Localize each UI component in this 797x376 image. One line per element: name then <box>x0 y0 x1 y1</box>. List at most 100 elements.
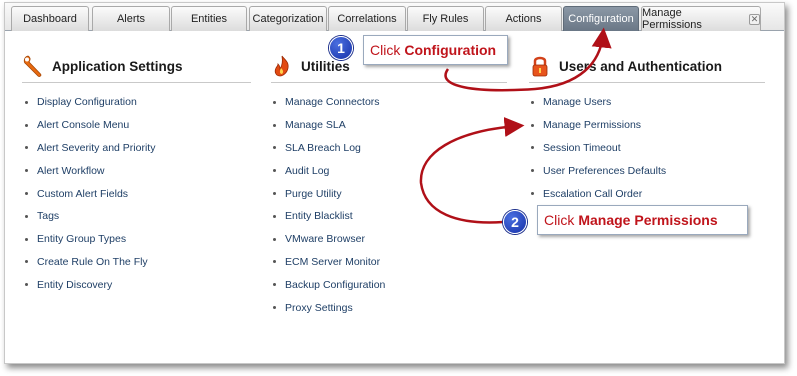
bullet <box>531 100 534 104</box>
bullet <box>25 169 28 173</box>
link-label: Audit Log <box>285 164 330 177</box>
bullet <box>25 283 28 287</box>
step-1-callout: Click Configuration <box>363 35 508 65</box>
tab-label: Actions <box>505 13 542 25</box>
list-item[interactable]: Alert Workflow <box>25 159 250 182</box>
link-label: Manage Permissions <box>543 119 642 132</box>
list-item[interactable]: Manage Permissions <box>531 114 763 137</box>
bullet <box>273 146 276 150</box>
link-label: Manage Users <box>543 96 612 109</box>
list-item[interactable]: Tags <box>25 205 250 228</box>
app-settings-list: Display Configuration Alert Console Menu… <box>25 91 250 296</box>
list-item[interactable]: Create Rule On The Fly <box>25 251 250 274</box>
tab-label: Fly Rules <box>422 13 469 25</box>
bullet <box>273 283 276 287</box>
list-item[interactable]: Entity Blacklist <box>273 205 505 228</box>
list-item[interactable]: Backup Configuration <box>273 273 505 296</box>
link-label: Entity Blacklist <box>285 210 353 223</box>
bullet <box>531 123 534 127</box>
link-label: Entity Discovery <box>37 278 113 291</box>
list-item[interactable]: SLA Breach Log <box>273 137 505 160</box>
tab-actions[interactable]: Actions <box>485 6 562 31</box>
bullet <box>25 123 28 127</box>
list-item[interactable]: User Preferences Defaults <box>531 159 763 182</box>
tab-dashboard[interactable]: Dashboard <box>11 6 89 31</box>
bullet <box>273 100 276 104</box>
tab-entities[interactable]: Entities <box>171 6 247 31</box>
list-item[interactable]: Purge Utility <box>273 182 505 205</box>
tools-flame-icon <box>274 55 289 77</box>
tab-label: Dashboard <box>23 13 77 25</box>
list-item[interactable]: Alert Severity and Priority <box>25 137 250 160</box>
link-label: Alert Workflow <box>37 164 105 177</box>
list-item[interactable]: ECM Server Monitor <box>273 251 505 274</box>
list-item[interactable]: Entity Discovery <box>25 273 250 296</box>
tab-label: Alerts <box>116 13 146 25</box>
callout-target: Configuration <box>404 42 497 58</box>
link-label: Escalation Call Order <box>543 187 643 200</box>
link-label: Purge Utility <box>285 187 342 200</box>
bullet <box>273 169 276 173</box>
link-label: Create Rule On The Fly <box>37 255 148 268</box>
tab-label: Configuration <box>568 13 634 25</box>
list-item[interactable]: Audit Log <box>273 159 505 182</box>
list-item[interactable]: Manage SLA <box>273 114 505 137</box>
tab-correlations[interactable]: Correlations <box>328 6 406 31</box>
list-item[interactable]: Display Configuration <box>25 91 250 114</box>
link-label: Alert Severity and Priority <box>37 141 156 154</box>
section-title: Utilities <box>301 58 350 74</box>
list-item[interactable]: Session Timeout <box>531 137 763 160</box>
tab-categorization[interactable]: Categorization <box>249 6 327 31</box>
link-label: Proxy Settings <box>285 301 353 314</box>
wrench-icon <box>23 55 42 77</box>
list-item[interactable]: Alert Console Menu <box>25 114 250 137</box>
callout-target: Manage Permissions <box>578 212 718 228</box>
bullet <box>25 192 28 196</box>
link-label: SLA Breach Log <box>285 141 361 154</box>
section-title: Application Settings <box>52 58 183 74</box>
configuration-window: Dashboard Alerts Entities Categorization… <box>4 2 785 364</box>
step-number: 1 <box>337 40 345 56</box>
bullet <box>273 237 276 241</box>
link-label: ECM Server Monitor <box>285 255 381 268</box>
tab-bar: Dashboard Alerts Entities Categorization… <box>5 3 784 31</box>
tab-configuration[interactable]: Configuration <box>563 6 639 31</box>
link-label: VMware Browser <box>285 233 365 246</box>
link-label: Alert Console Menu <box>37 119 130 132</box>
list-item[interactable]: Entity Group Types <box>25 228 250 251</box>
bullet <box>25 100 28 104</box>
close-icon[interactable]: ✕ <box>749 13 760 25</box>
link-label: Session Timeout <box>543 141 621 154</box>
bullet <box>25 260 28 264</box>
tab-label: Manage Permissions <box>642 7 702 31</box>
bullet <box>25 214 28 218</box>
bullet <box>531 169 534 173</box>
link-label: Manage Connectors <box>285 96 380 109</box>
link-label: Backup Configuration <box>285 278 386 291</box>
list-item[interactable]: Manage Users <box>531 91 763 114</box>
list-item[interactable]: Custom Alert Fields <box>25 182 250 205</box>
callout-prefix: Click <box>370 42 401 58</box>
tab-fly-rules[interactable]: Fly Rules <box>407 6 484 31</box>
bullet <box>273 306 276 310</box>
bullet <box>273 123 276 127</box>
tab-alerts[interactable]: Alerts <box>92 6 170 31</box>
step-2-badge: 2 <box>503 210 527 234</box>
bullet <box>273 260 276 264</box>
list-item[interactable]: Manage Connectors <box>273 91 505 114</box>
list-item[interactable]: Escalation Call Order <box>531 182 763 205</box>
bullet <box>531 146 534 150</box>
bullet <box>25 146 28 150</box>
users-auth-list: Manage Users Manage Permissions Session … <box>531 91 763 205</box>
link-label: User Preferences Defaults <box>543 164 667 177</box>
list-item[interactable]: VMware Browser <box>273 228 505 251</box>
bullet <box>531 192 534 196</box>
bullet <box>25 237 28 241</box>
tab-manage-permissions[interactable]: Manage Permissions ✕ <box>641 6 761 31</box>
list-item[interactable]: Proxy Settings <box>273 296 505 319</box>
bullet <box>273 192 276 196</box>
step-2-callout: Click Manage Permissions <box>537 205 748 235</box>
link-label: Manage SLA <box>285 119 346 132</box>
link-label: Entity Group Types <box>37 233 127 246</box>
link-label: Custom Alert Fields <box>37 187 129 200</box>
